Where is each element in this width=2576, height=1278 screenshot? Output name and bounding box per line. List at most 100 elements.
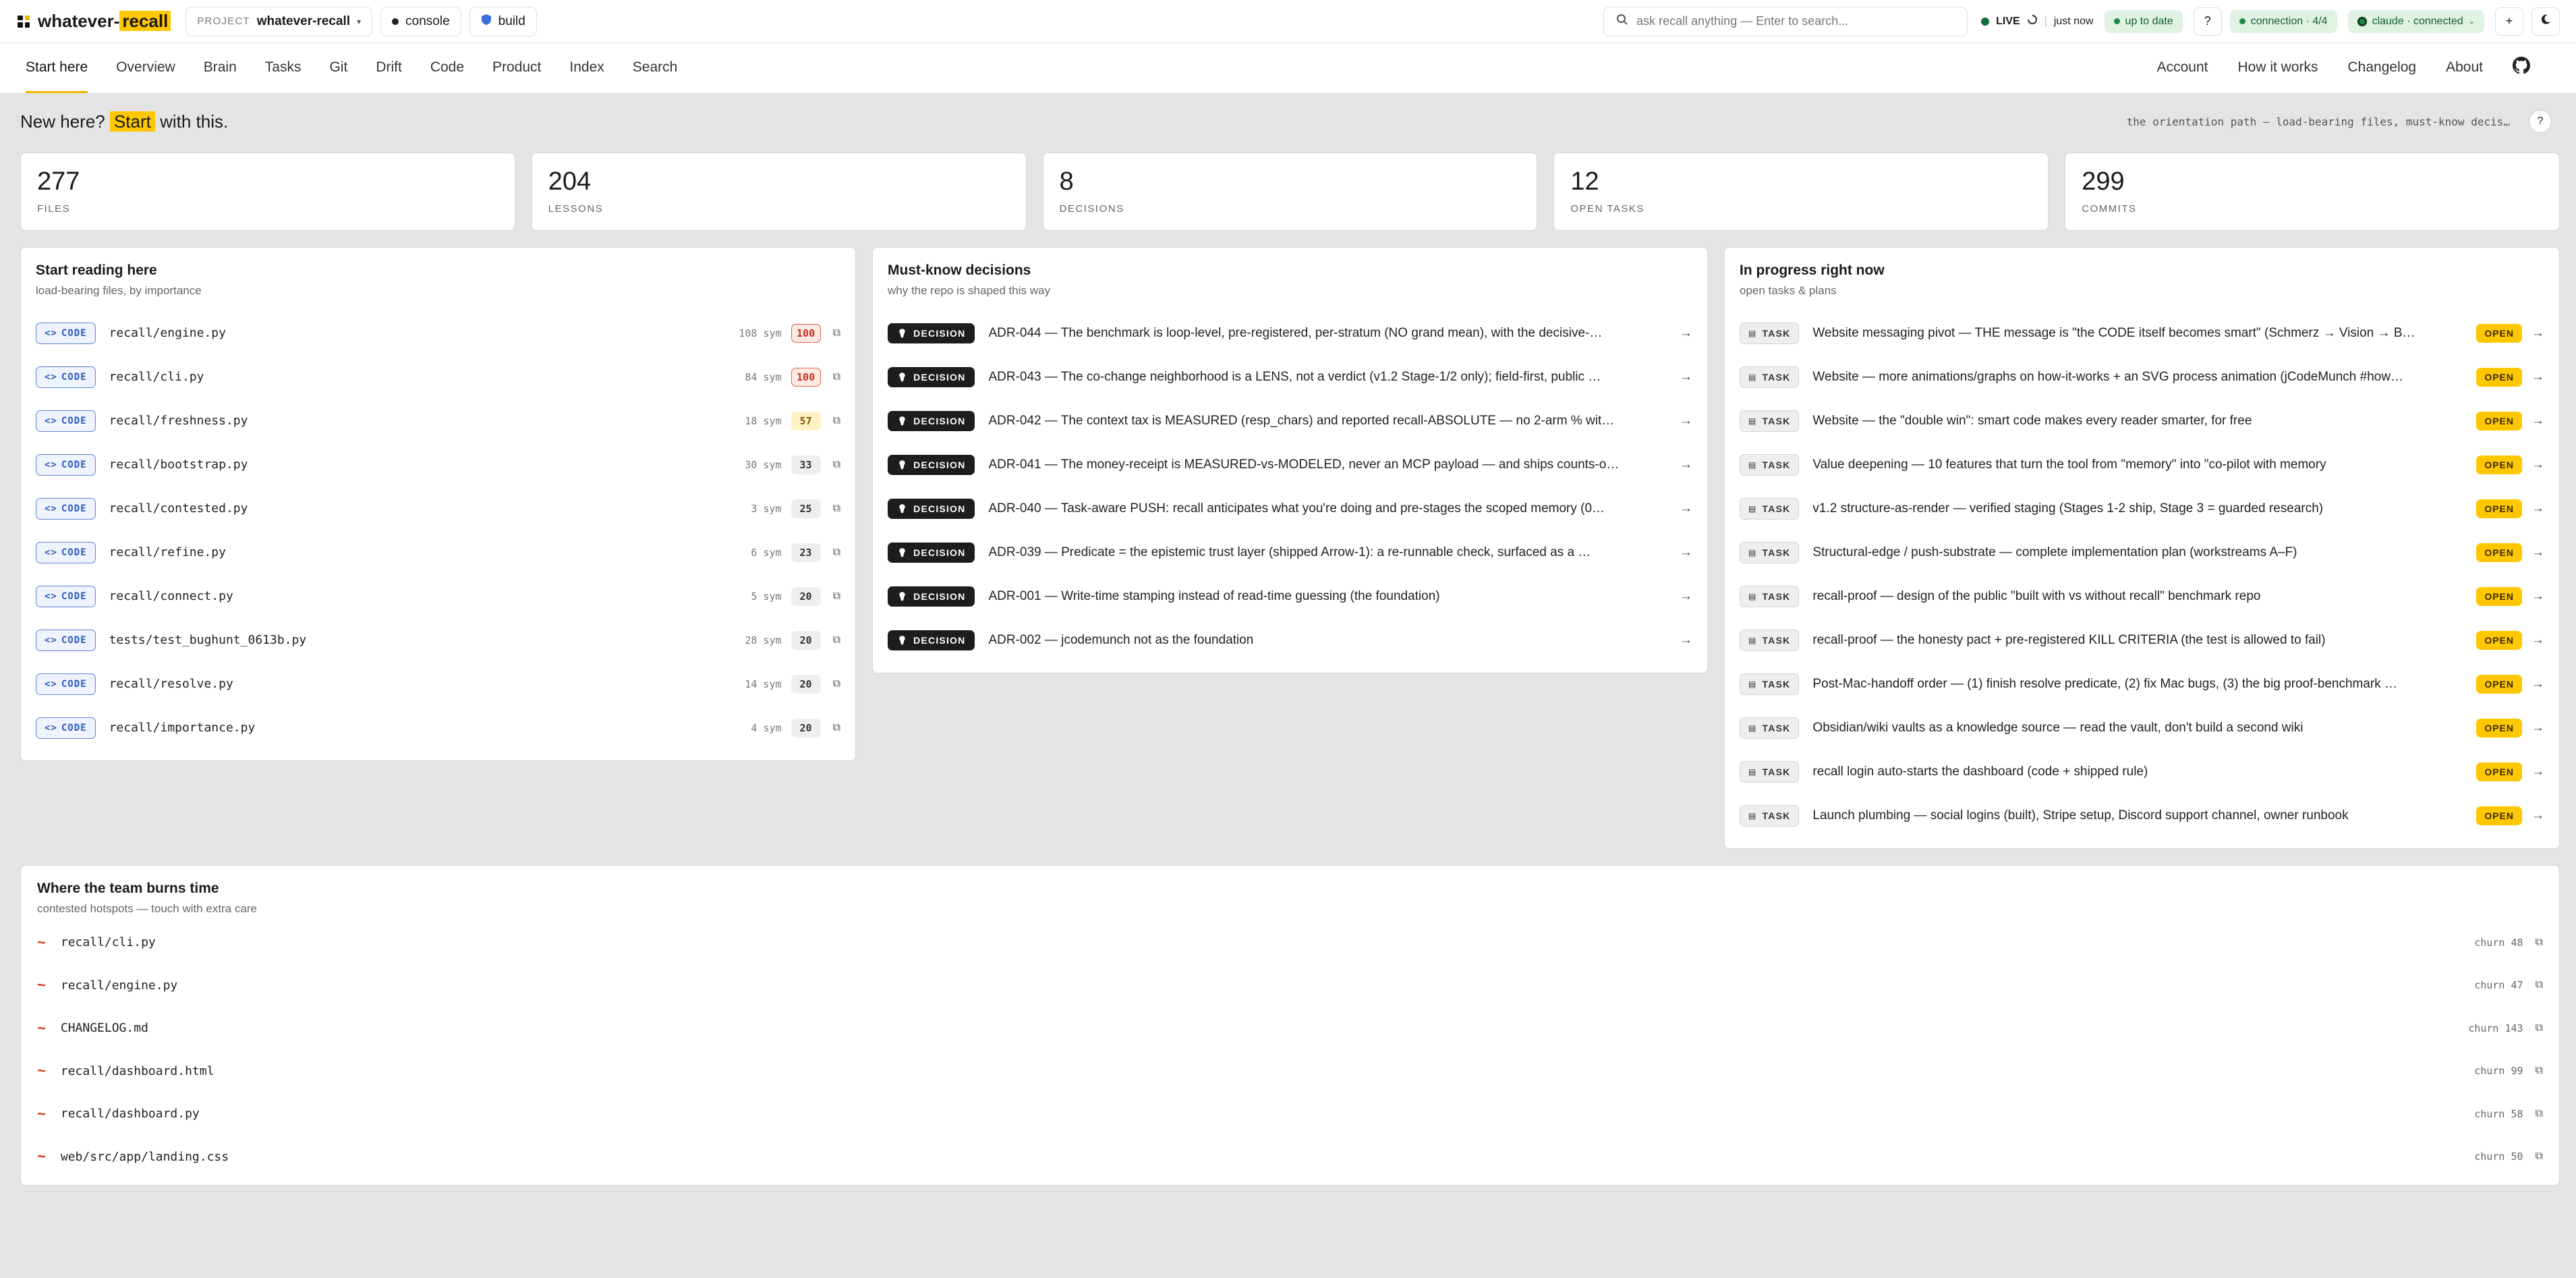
task-row[interactable]: ▤ TASK Obsidian/wiki vaults as a knowledge… [1740,706,2544,750]
task-row[interactable]: ▤ TASK Website messaging pivot — THE messa… [1740,311,2544,355]
file-path[interactable]: tests/test_bughunt_0613b.py [109,633,307,647]
nav-tab-overview[interactable]: Overview [116,43,175,93]
hotspot-path[interactable]: web/src/app/landing.css [61,1150,229,1164]
nav-tab-git[interactable]: Git [329,43,347,93]
reading-row[interactable]: <> CODE recall/connect.py 5 sym 20 ⧉ [36,574,840,618]
reading-row[interactable]: <> CODE recall/importance.py 4 sym 20 ⧉ [36,706,840,750]
stat-card-lessons[interactable]: 204 LESSONS [531,152,1027,231]
reading-row[interactable]: <> CODE tests/test_bughunt_0613b.py 28 sym 2… [36,618,840,662]
add-button[interactable]: + [2495,7,2523,36]
hotspot-row[interactable]: ~ recall/dashboard.py churn 58 ⧉ [37,1092,2543,1136]
external-link-icon[interactable]: ⧉ [833,547,840,559]
external-link-icon[interactable]: ⧉ [2536,1108,2543,1120]
task-row[interactable]: ▤ TASK Launch plumbing — social logins (bu… [1740,794,2544,837]
nav-tab-brain[interactable]: Brain [204,43,237,93]
search-input[interactable]: ask recall anything — Enter to search... [1603,6,1968,36]
file-path[interactable]: recall/cli.py [109,370,204,384]
external-link-icon[interactable]: ⧉ [2536,937,2543,949]
external-link-icon[interactable]: ⧉ [833,415,840,427]
task-row[interactable]: ▤ TASK recall-proof — design of the public… [1740,574,2544,618]
external-link-icon[interactable]: ⧉ [2536,979,2543,991]
external-link-icon[interactable]: ⧉ [833,503,840,515]
file-path[interactable]: recall/engine.py [109,326,226,340]
file-path[interactable]: recall/resolve.py [109,677,233,691]
nav-tab-start-here[interactable]: Start here [26,43,88,93]
decision-row[interactable]: 💡 DECISION ADR-001 — Write-time stamping i… [888,574,1692,618]
external-link-icon[interactable]: ⧉ [833,590,840,603]
reading-row[interactable]: <> CODE recall/refine.py 6 sym 23 ⧉ [36,530,840,574]
external-link-icon[interactable]: ⧉ [2536,1022,2543,1034]
task-row[interactable]: ▤ TASK Value deepening — 10 features that … [1740,443,2544,487]
file-path[interactable]: recall/freshness.py [109,414,248,428]
hotspot-row[interactable]: ~ recall/cli.py churn 48 ⧉ [37,921,2543,964]
page-help-button[interactable]: ? [2529,110,2552,133]
file-path[interactable]: recall/bootstrap.py [109,457,248,472]
reading-row[interactable]: <> CODE recall/contested.py 3 sym 25 ⧉ [36,487,840,530]
brand[interactable]: whatever-recall [18,11,171,32]
external-link-icon[interactable]: ⧉ [833,722,840,734]
stat-card-files[interactable]: 277 FILES [20,152,515,231]
hotspot-row[interactable]: ~ web/src/app/landing.css churn 50 ⧉ [37,1136,2543,1179]
task-row[interactable]: ▤ TASK Website — more animations/graphs on… [1740,355,2544,399]
file-path[interactable]: recall/contested.py [109,501,248,516]
reading-row[interactable]: <> CODE recall/bootstrap.py 30 sym 33 ⧉ [36,443,840,487]
external-link-icon[interactable]: ⧉ [833,634,840,646]
file-path[interactable]: recall/connect.py [109,589,233,603]
reading-row[interactable]: <> CODE recall/cli.py 84 sym 100 ⧉ [36,355,840,399]
task-row[interactable]: ▤ TASK Website — the "double win": smart c… [1740,399,2544,443]
reading-row[interactable]: <> CODE recall/engine.py 108 sym 100 ⧉ [36,311,840,355]
hotspot-row[interactable]: ~ recall/engine.py churn 47 ⧉ [37,964,2543,1007]
task-row[interactable]: ▤ TASK Structural-edge / push-substrate — … [1740,530,2544,574]
decision-row[interactable]: 💡 DECISION ADR-002 — jcodemunch not as the… [888,618,1692,662]
file-path[interactable]: recall/refine.py [109,545,226,559]
reading-row[interactable]: <> CODE recall/resolve.py 14 sym 20 ⧉ [36,662,840,706]
decision-row[interactable]: 💡 DECISION ADR-042 — The context tax is ME… [888,399,1692,443]
decision-row[interactable]: 💡 DECISION ADR-041 — The money-receipt is … [888,443,1692,487]
nav-tab-drift[interactable]: Drift [376,43,402,93]
hotspot-row[interactable]: ~ recall/dashboard.html churn 99 ⧉ [37,1050,2543,1093]
stat-card-decisions[interactable]: 8 DECISIONS [1042,152,1538,231]
task-row[interactable]: ▤ TASK v1.2 structure-as-render — verified… [1740,487,2544,530]
hotspot-path[interactable]: recall/dashboard.html [61,1064,214,1078]
stat-card-open-tasks[interactable]: 12 OPEN TASKS [1553,152,2049,231]
code-tag: <> CODE [36,410,96,432]
help-button[interactable]: ? [2193,7,2222,36]
decision-row[interactable]: 💡 DECISION ADR-043 — The co-change neighbo… [888,355,1692,399]
task-row[interactable]: ▤ TASK Post-Mac-handoff order — (1) finish… [1740,662,2544,706]
decision-row[interactable]: 💡 DECISION ADR-040 — Task-aware PUSH: reca… [888,487,1692,530]
hotspot-path[interactable]: CHANGELOG.md [61,1021,148,1035]
nav-link-changelog[interactable]: Changelog [2348,43,2417,93]
claude-status-badge[interactable]: claude · connected ⌄ [2347,9,2484,33]
external-link-icon[interactable]: ⧉ [833,678,840,690]
nav-tab-index[interactable]: Index [569,43,604,93]
external-link-icon[interactable]: ⧉ [833,327,840,339]
external-link-icon[interactable]: ⧉ [833,371,840,383]
external-link-icon[interactable]: ⧉ [2536,1150,2543,1163]
nav-tab-search[interactable]: Search [633,43,678,93]
github-link[interactable] [2513,43,2530,93]
hotspot-path[interactable]: recall/engine.py [61,978,177,993]
hotspot-path[interactable]: recall/cli.py [61,935,156,949]
nav-tab-tasks[interactable]: Tasks [265,43,302,93]
connection-badge[interactable]: connection · 4/4 [2229,9,2337,33]
external-link-icon[interactable]: ⧉ [2536,1065,2543,1077]
console-button[interactable]: console [380,6,461,36]
project-selector[interactable]: PROJECT whatever-recall ▾ [185,6,373,36]
decision-row[interactable]: 💡 DECISION ADR-044 — The benchmark is loop… [888,311,1692,355]
nav-tab-product[interactable]: Product [492,43,541,93]
reading-row[interactable]: <> CODE recall/freshness.py 18 sym 57 ⧉ [36,399,840,443]
hotspot-path[interactable]: recall/dashboard.py [61,1107,200,1121]
hotspot-row[interactable]: ~ CHANGELOG.md churn 143 ⧉ [37,1007,2543,1050]
decision-row[interactable]: 💡 DECISION ADR-039 — Predicate = the epist… [888,530,1692,574]
stat-card-commits[interactable]: 299 COMMITS [2065,152,2560,231]
file-path[interactable]: recall/importance.py [109,721,256,735]
external-link-icon[interactable]: ⧉ [833,459,840,471]
nav-tab-code[interactable]: Code [430,43,464,93]
task-row[interactable]: ▤ TASK recall login auto-starts the dashbo… [1740,750,2544,794]
theme-toggle-button[interactable] [2531,7,2560,36]
nav-link-how-it-works[interactable]: How it works [2237,43,2318,93]
nav-link-account[interactable]: Account [2157,43,2208,93]
task-row[interactable]: ▤ TASK recall-proof — the honesty pact + p… [1740,618,2544,662]
build-button[interactable]: build [469,6,537,36]
nav-link-about[interactable]: About [2446,43,2483,93]
